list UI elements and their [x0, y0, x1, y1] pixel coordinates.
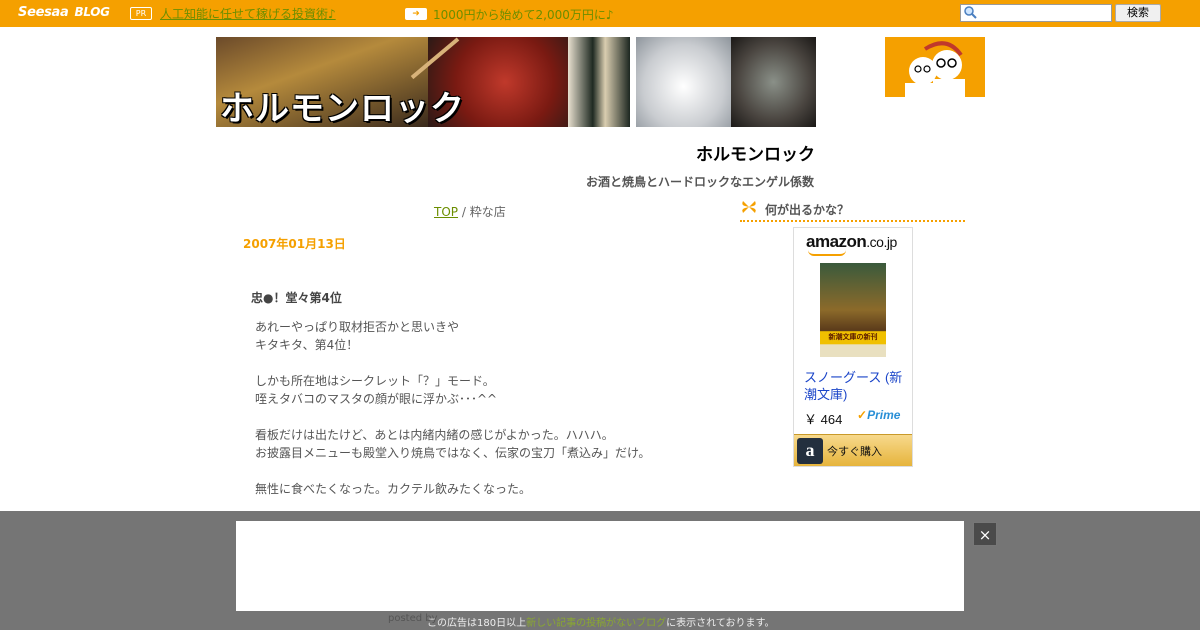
post-line: お披露目メニューも殿堂入り焼鳥ではなく、伝家の宝刀「煮込み」だけ。	[255, 446, 651, 460]
arrow-right-icon: ➜	[405, 8, 427, 20]
banner-sake-image	[568, 37, 630, 127]
notice-suffix: に表示されております。	[666, 618, 775, 629]
book-cover-band: 新潮文庫の新刊	[828, 333, 878, 341]
prime-text: Prime	[867, 408, 901, 422]
logo-text: Seesaa	[18, 5, 69, 20]
buy-now-button[interactable]: a 今すぐ購入	[794, 434, 912, 466]
search-icon	[964, 6, 977, 19]
banner-title: ホルモンロック	[220, 89, 465, 127]
breadcrumb-separator: /	[458, 205, 470, 219]
flower-icon	[742, 201, 756, 213]
amazon-logo-text: amazon	[806, 232, 867, 251]
post-line: キタキタ、第4位！	[255, 338, 359, 352]
post-line: しかも所在地はシークレット「？」モード。	[255, 374, 495, 388]
breadcrumb-top-link[interactable]: TOP	[434, 205, 458, 219]
product-price: ￥ 464	[804, 412, 843, 427]
buy-now-label: 今すぐ購入	[827, 445, 882, 458]
overlay-notice: この広告は180日以上新しい記事の投稿がないブログに表示されております。	[427, 614, 775, 629]
post-title[interactable]: 忠●！堂々第4位	[251, 289, 342, 306]
amazon-a-icon: a	[797, 438, 823, 464]
amazon-smile-icon	[808, 250, 846, 256]
breadcrumb: TOP / 粋な店	[434, 203, 506, 220]
search-input[interactable]	[960, 4, 1112, 22]
post-line: 無性に食べたくなった。カクテル飲みたくなった。	[255, 482, 532, 496]
post-line: あれーやっぱり取材拒否かと思いきや	[255, 320, 460, 334]
ad-link[interactable]: 1000円から始めて2,000万円に♪	[433, 6, 614, 23]
logo-blog-text: BLOG	[74, 5, 110, 19]
post-line: 咥えタバコのマスタの顔が眼に浮かぶ･･･^^	[255, 392, 498, 406]
blog-description: お酒と焼鳥とハードロックなエンゲル係数	[586, 175, 815, 189]
post-line	[255, 408, 650, 426]
post-line	[255, 354, 650, 372]
seesaa-blog-logo[interactable]: Seesaa BLOG	[18, 5, 110, 20]
amazon-logo[interactable]: amazon.co.jp	[806, 232, 897, 252]
prime-check-icon: ✓	[857, 408, 868, 422]
search-button[interactable]: 検索	[1115, 4, 1161, 22]
mascot-image	[885, 37, 985, 97]
sidebar-heading-text: 何が出るかな？	[765, 203, 850, 217]
notice-prefix: この広告は180日以上	[427, 618, 527, 629]
sidebar-heading: 何が出るかな？	[740, 198, 965, 222]
prime-badge: ✓Prime	[857, 408, 900, 422]
blog-title[interactable]: ホルモンロック	[696, 140, 815, 165]
post-body: あれーやっぱり取材拒否かと思いきや キタキタ、第4位！ しかも所在地はシークレッ…	[255, 318, 650, 498]
close-icon[interactable]: ×	[973, 522, 997, 546]
banner-cup-image	[731, 37, 816, 127]
pr-ad-link[interactable]: 人工知能に任せて稼げる投資術♪	[160, 5, 336, 22]
breadcrumb-current: 粋な店	[469, 205, 506, 219]
product-title-link[interactable]: スノーグース (新潮文庫)	[804, 369, 904, 403]
notice-link[interactable]: 新しい記事の投稿がないブログ	[526, 618, 666, 629]
blog-banner[interactable]: ホルモンロック	[216, 37, 816, 127]
post-line: 看板だけは出たけど、あとは内緒内緒の感じがよかった。ハハハ。	[255, 428, 614, 442]
post-line	[255, 462, 650, 480]
pr-badge: PR	[130, 7, 152, 20]
amazon-logo-suffix: .co.jp	[866, 234, 897, 250]
banner-glass-image	[636, 37, 731, 127]
amazon-widget: amazon.co.jp 新潮文庫の新刊 スノーグース (新潮文庫) ￥ 464…	[793, 227, 913, 467]
post-date: 2007年01月13日	[243, 237, 346, 251]
overlay-ad-slot[interactable]	[236, 521, 964, 611]
